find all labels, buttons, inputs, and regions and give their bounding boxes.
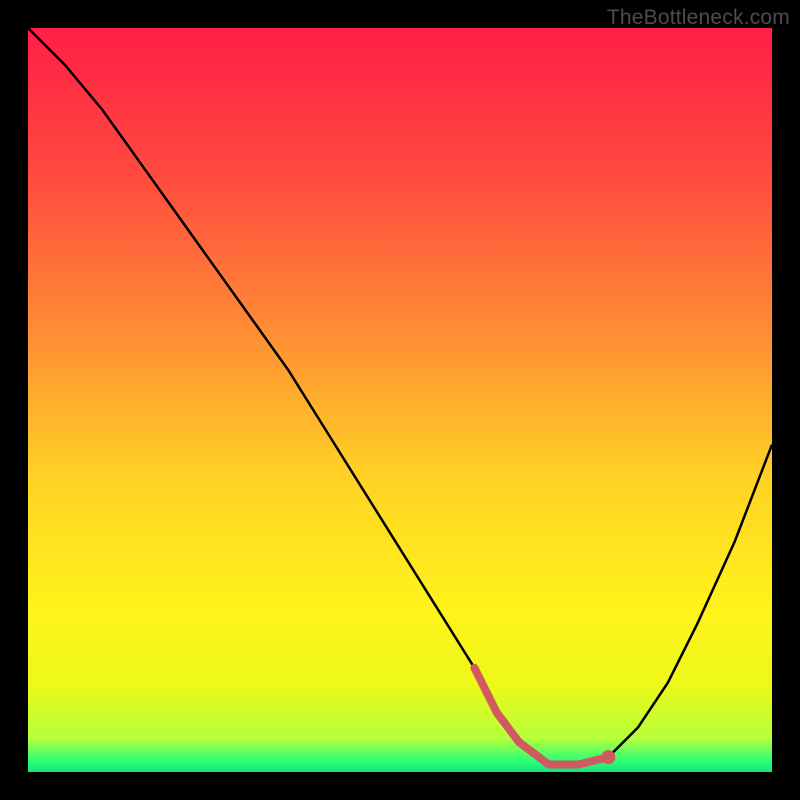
watermark-label: TheBottleneck.com xyxy=(607,6,790,30)
highlight-end-dot xyxy=(601,750,615,764)
gradient-background xyxy=(28,28,772,772)
chart-frame: TheBottleneck.com xyxy=(0,0,800,800)
bottleneck-curve-plot xyxy=(28,28,772,772)
